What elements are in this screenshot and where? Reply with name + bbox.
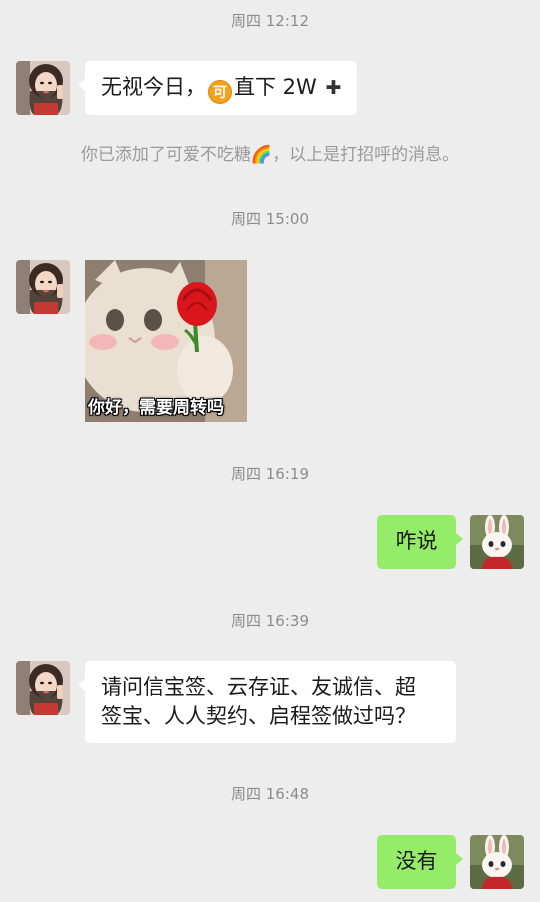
system-notice: 你已添加了可爱不吃糖🌈，以上是打招呼的消息。 [80,145,460,165]
message-text: 没有 [395,849,438,873]
message-bubble-outgoing[interactable]: 没有 [377,835,463,889]
timestamp: 周四 15:00 [231,210,309,228]
timestamp: 周四 16:39 [231,612,309,630]
rabbit-avatar-icon [470,835,524,889]
sticker-image[interactable]: 你好，需要周转吗 [85,260,247,422]
message-text-line: 请问信宝签、云存证、友诚信、超 [101,675,416,699]
contact-avatar[interactable] [16,661,70,715]
contact-avatar[interactable] [16,61,70,115]
self-avatar[interactable] [470,515,524,569]
coin-icon: 可 [208,80,232,104]
message-bubble-incoming[interactable]: 无视今日，可直下 2W ✚ [77,61,358,115]
rainbow-emoji: 🌈 [250,145,273,165]
plus-icon: ✚ [325,77,342,99]
message-bubble-outgoing[interactable]: 咋说 [377,515,463,569]
message-text: 直下 2W [234,75,317,99]
contact-avatar[interactable] [16,260,70,314]
message-bubble-incoming[interactable]: 请问信宝签、云存证、友诚信、超 签宝、人人契约、启程签做过吗？ [78,661,456,743]
message-text-line: 签宝、人人契约、启程签做过吗？ [101,704,416,728]
rabbit-avatar-icon [470,515,524,569]
message-text: 咋说 [395,529,438,553]
timestamp: 周四 16:48 [231,785,309,803]
timestamp: 周四 12:12 [231,12,309,30]
sticker-caption: 你好，需要周转吗 [88,398,224,418]
timestamp: 周四 16:19 [231,465,309,483]
self-avatar[interactable] [470,835,524,889]
message-text: 无视今日， [101,75,206,99]
